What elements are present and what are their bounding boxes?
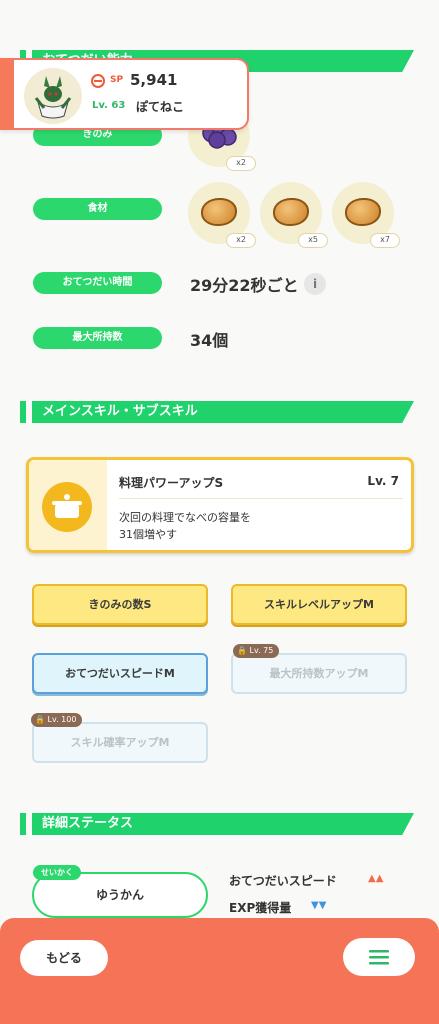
potato-icon	[273, 198, 309, 226]
ingredient-item[interactable]: x7	[332, 182, 400, 248]
skill-divider	[119, 498, 403, 499]
nature-down-marks: ▼▼	[311, 900, 327, 911]
lock-level-badge: 🔒 Lv. 100	[31, 713, 83, 727]
main-skill-desc-line2: 31個増やす	[119, 528, 177, 541]
nature-up-marks: ▲▲	[368, 873, 384, 884]
back-button[interactable]: もどる	[20, 940, 108, 976]
sp-value: 5,941	[130, 71, 178, 89]
sub-skill-button-locked[interactable]: スキル確率アップM	[32, 722, 208, 763]
pokemon-avatar	[24, 68, 82, 124]
ingredients-label: 食材	[33, 198, 162, 220]
ingredient-item[interactable]: x5	[260, 182, 328, 248]
pokemon-nickname: ぽてねこ	[136, 100, 185, 114]
nature-value: ゆうかん	[95, 888, 144, 902]
ingredient-item[interactable]: x2	[188, 182, 256, 248]
skill-icon-area	[29, 460, 107, 550]
nature-up-stat: おてつだいスピード	[229, 874, 337, 888]
ingredient-qty: x2	[226, 233, 256, 248]
menu-button[interactable]	[343, 938, 415, 976]
help-time-label: おてつだい時間	[33, 272, 162, 294]
cooking-pot-icon	[42, 482, 92, 532]
main-skill-desc-line1: 次回の料理でなべの容量を	[119, 511, 251, 524]
max-carry-label: 最大所持数	[33, 327, 162, 349]
sub-skill-button[interactable]: きのみの数S	[32, 584, 208, 625]
section-title: 詳細ステータス	[42, 816, 134, 831]
info-icon[interactable]: i	[304, 273, 326, 295]
nature-tag: せいかく	[33, 865, 81, 880]
berry-qty: x2	[226, 156, 256, 171]
lock-icon: 🔒	[35, 715, 45, 724]
section-title: メインスキル・サブスキル	[42, 404, 198, 419]
ingredient-qty: x7	[370, 233, 400, 248]
hamburger-icon	[369, 950, 389, 965]
section-header-skills: メインスキル・サブスキル	[20, 401, 414, 423]
sp-icon	[91, 74, 105, 88]
bottom-nav-bar: もどる	[0, 918, 439, 1024]
lock-icon: 🔒	[237, 646, 247, 655]
main-skill-card[interactable]: 料理パワーアップS Lv. 7 次回の料理でなべの容量を 31個増やす	[26, 457, 414, 553]
main-skill-level: Lv. 7	[367, 474, 399, 488]
pokemon-icon	[34, 76, 72, 119]
nature-down-stat: EXP獲得量	[229, 901, 292, 915]
ingredient-qty: x5	[298, 233, 328, 248]
lock-level-text: Lv. 75	[249, 646, 274, 655]
potato-icon	[201, 198, 237, 226]
section-header-details: 詳細ステータス	[20, 813, 414, 835]
sub-skill-button[interactable]: スキルレベルアップM	[231, 584, 407, 625]
potato-icon	[345, 198, 381, 226]
max-carry-value: 34個	[190, 331, 229, 350]
main-skill-name: 料理パワーアップS	[119, 476, 224, 490]
lock-level-text: Lv. 100	[47, 715, 77, 724]
sp-label: SP	[110, 75, 124, 85]
profile-tab	[0, 58, 14, 130]
sub-skill-button[interactable]: おてつだいスピードM	[32, 653, 208, 694]
sub-skill-button-locked[interactable]: 最大所持数アップM	[231, 653, 407, 694]
help-time-value: 29分22秒ごと	[190, 276, 299, 295]
lock-level-badge: 🔒 Lv. 75	[233, 644, 280, 658]
pokemon-profile-card: SP 5,941 Lv. 63 ぽてねこ	[0, 58, 249, 130]
pokemon-level: Lv. 63	[92, 100, 126, 111]
back-button-label: もどる	[46, 951, 82, 965]
